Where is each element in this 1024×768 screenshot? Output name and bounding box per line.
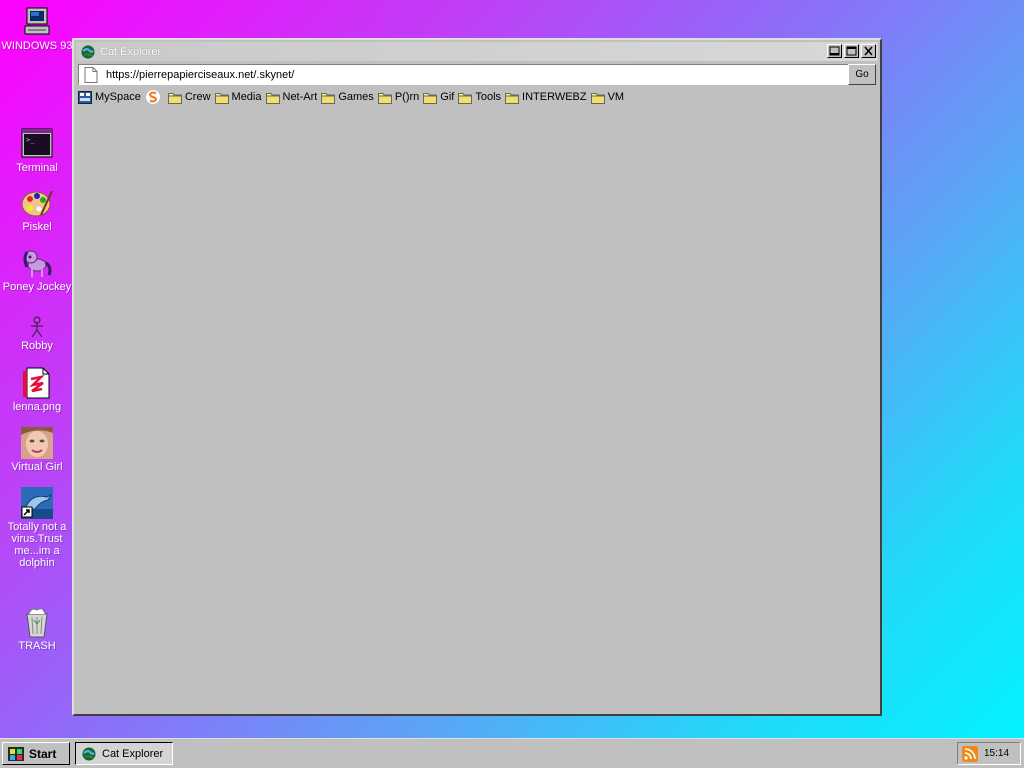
bookmark-label: Crew [184,91,211,103]
desktop-icon-label: Totally not a virus.Trust me...im a dolp… [7,521,67,569]
taskbar-item-cat-explorer[interactable]: Cat Explorer [75,742,173,765]
minimize-icon [829,46,840,56]
myspace-icon [78,90,92,104]
cat-explorer-icon [82,747,96,761]
bookmark-folder[interactable]: Gif [423,91,454,104]
pony-icon [21,247,53,279]
bookmark-label: Games [338,91,374,103]
desktop-icon-label: TRASH [18,640,56,652]
address-bar: Go [76,63,878,87]
address-field[interactable] [78,64,850,85]
close-button[interactable] [861,44,876,58]
face-icon [21,427,53,459]
desktop-icon-poney-jockey[interactable]: Poney Jockey [1,247,73,293]
desktop-icon-piskel[interactable]: Piskel [1,187,73,233]
taskbar: Start Cat Explorer 15:14 [0,738,1024,768]
system-tray: 15:14 [957,742,1021,765]
folder-icon [167,91,182,104]
terminal-icon: >_ [21,128,53,160]
desktop-icon-robby[interactable]: Robby [1,316,73,352]
desktop-icon-trash[interactable]: TRASH [1,606,73,652]
bookmark-label: Net-Art [282,91,318,103]
desktop-icon-virtual-girl[interactable]: Virtual Girl [1,427,73,473]
folder-icon [214,91,229,104]
desktop-icon-dolphin[interactable]: Totally not a virus.Trust me...im a dolp… [1,487,73,569]
url-input[interactable] [106,68,826,81]
desktop-icon-terminal[interactable]: >_ Terminal [1,128,73,174]
desktop-icon-label: Robby [21,340,53,352]
rss-icon[interactable] [962,745,978,762]
trash-icon [21,606,53,638]
minimize-button[interactable] [827,44,842,58]
computer-icon [21,6,53,38]
go-button[interactable]: Go [848,64,876,85]
desktop-icon-windows93[interactable]: WINDOWS 93 [1,6,73,52]
bookmarks-bar: MySpace Crew Media Net-Art Games P()rn G… [78,88,878,106]
bookmark-label: P()rn [394,91,420,103]
stick-figure-icon [21,316,53,338]
cat-explorer-icon [81,45,95,59]
taskbar-item-label: Cat Explorer [102,747,164,760]
s-logo-icon [144,89,161,105]
start-button[interactable]: Start [2,742,70,765]
close-icon [864,46,873,56]
folder-icon [265,91,280,104]
cat-explorer-window[interactable]: Cat Explorer Go MySpace [72,38,882,716]
folder-icon [321,91,336,104]
bookmark-label: MySpace [95,91,141,103]
page-content-area[interactable] [76,108,878,712]
maximize-icon [846,46,857,56]
desktop-icon-label: Piskel [22,221,52,233]
image-file-icon [21,367,53,399]
bookmark-folder[interactable]: Crew [167,91,211,104]
bookmark-folder[interactable]: VM [590,91,625,104]
bookmark-label: Tools [475,91,502,103]
bookmark-folder[interactable]: INTERWEBZ [505,91,587,104]
folder-icon [505,91,520,104]
start-logo-icon [7,746,25,762]
window-title: Cat Explorer [100,45,162,58]
folder-icon [458,91,473,104]
bookmark-folder[interactable]: Net-Art [265,91,318,104]
bookmark-label: Gif [440,91,455,103]
clock: 15:14 [984,748,1010,759]
start-label: Start [29,746,57,761]
bookmark-label: INTERWEBZ [522,91,587,103]
folder-icon [377,91,392,104]
desktop-icon-label: lenna.png [12,401,62,413]
bookmark-folder[interactable]: Tools [458,91,501,104]
bookmark-folder[interactable]: Games [321,91,374,104]
bookmark-label: VM [607,91,625,103]
desktop-icon-label: WINDOWS 93 [1,40,73,52]
desktop-icon-lenna[interactable]: lenna.png [1,367,73,413]
page-icon [84,66,98,83]
folder-icon [423,91,438,104]
svg-text:>_: >_ [26,136,35,144]
bookmark-folder[interactable]: P()rn [377,91,420,104]
desktop-icon-label: Poney Jockey [2,281,72,293]
palette-icon [21,187,53,219]
bookmark-s-logo[interactable] [144,89,164,105]
bookmark-folder[interactable]: Media [214,91,262,104]
bookmark-label: Media [231,91,262,103]
desktop-icon-label: Virtual Girl [11,461,63,473]
desktop-icon-label: Terminal [16,162,58,174]
folder-icon [590,91,605,104]
window-titlebar[interactable]: Cat Explorer [76,42,878,61]
bookmark-myspace[interactable]: MySpace [78,90,141,104]
dolphin-shortcut-icon [21,487,53,519]
maximize-button[interactable] [844,44,859,58]
